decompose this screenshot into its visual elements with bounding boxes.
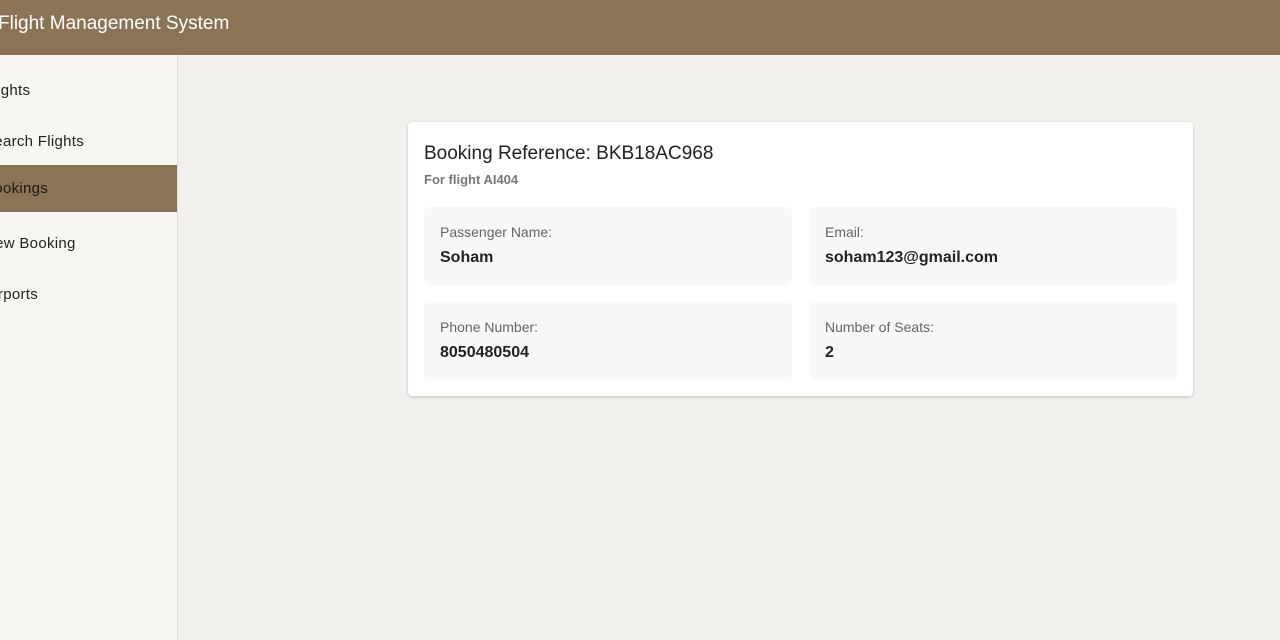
field-label: Phone Number: bbox=[440, 319, 539, 335]
passenger-name-field: Passenger Name: Soham bbox=[424, 207, 792, 285]
number-of-seats-field: Number of Seats: 2 bbox=[809, 302, 1177, 380]
sidebar-item-flights[interactable]: Flights bbox=[0, 67, 177, 114]
booking-reference-title: Booking Reference: BKB18AC968 bbox=[424, 143, 714, 164]
sidebar-item-search-flights[interactable]: Search Flights bbox=[0, 118, 177, 165]
field-value: soham123@gmail.com bbox=[825, 249, 998, 266]
field-label: Passenger Name: bbox=[440, 224, 553, 240]
booking-details-card: Booking Reference: BKB18AC968 For flight… bbox=[408, 122, 1193, 396]
phone-number-field: Phone Number: 8050480504 bbox=[424, 302, 792, 380]
email-field: Email: soham123@gmail.com bbox=[809, 207, 1177, 285]
app-header: Flight Management System bbox=[0, 0, 1280, 55]
sidebar-item-label: New Booking bbox=[0, 235, 76, 252]
sidebar-item-new-booking[interactable]: New Booking bbox=[0, 220, 177, 267]
sidebar: Flights Search Flights Bookings New Book… bbox=[0, 55, 178, 640]
sidebar-item-label: Flights bbox=[0, 82, 31, 99]
sidebar-item-label: Bookings bbox=[0, 180, 49, 197]
flight-subtitle: For flight AI404 bbox=[424, 172, 519, 187]
sidebar-item-label: Search Flights bbox=[0, 133, 85, 150]
field-value: Soham bbox=[440, 249, 494, 266]
sidebar-item-airports[interactable]: Airports bbox=[0, 271, 177, 318]
field-label: Email: bbox=[825, 224, 864, 240]
field-value: 8050480504 bbox=[440, 344, 529, 361]
sidebar-item-label: Airports bbox=[0, 286, 39, 303]
sidebar-item-bookings[interactable]: Bookings bbox=[0, 165, 177, 212]
field-value: 2 bbox=[825, 344, 834, 361]
app-title: Flight Management System bbox=[0, 13, 230, 34]
field-label: Number of Seats: bbox=[825, 319, 934, 335]
